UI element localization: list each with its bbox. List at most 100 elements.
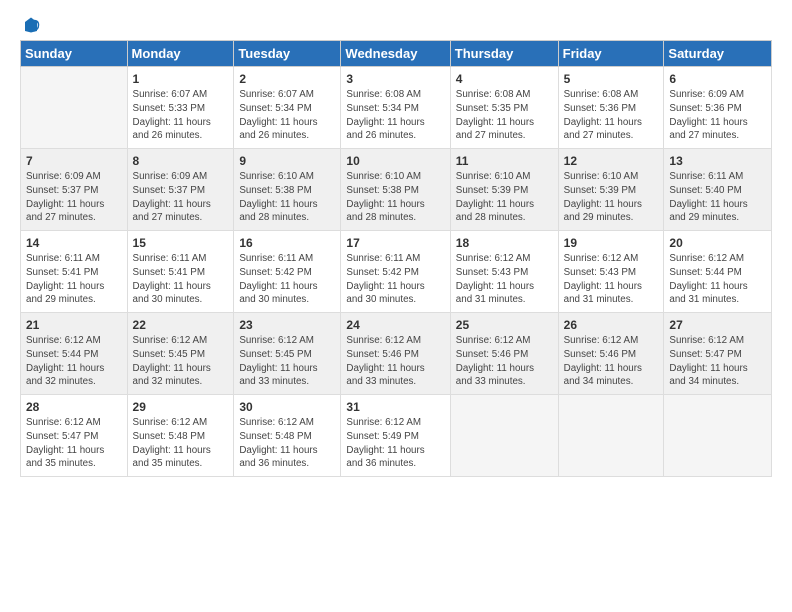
day-info: Sunrise: 6:08 AM Sunset: 5:35 PM Dayligh… [456, 88, 553, 143]
calendar-cell: 17Sunrise: 6:11 AM Sunset: 5:42 PM Dayli… [341, 231, 450, 313]
day-info: Sunrise: 6:12 AM Sunset: 5:47 PM Dayligh… [26, 416, 122, 471]
day-number: 17 [346, 235, 444, 251]
calendar-cell: 11Sunrise: 6:10 AM Sunset: 5:39 PM Dayli… [450, 149, 558, 231]
day-number: 11 [456, 153, 553, 169]
day-info: Sunrise: 6:07 AM Sunset: 5:34 PM Dayligh… [239, 88, 335, 143]
day-info: Sunrise: 6:12 AM Sunset: 5:45 PM Dayligh… [133, 334, 229, 389]
day-number: 13 [669, 153, 766, 169]
day-number: 9 [239, 153, 335, 169]
calendar-cell: 10Sunrise: 6:10 AM Sunset: 5:38 PM Dayli… [341, 149, 450, 231]
week-row-1: 1Sunrise: 6:07 AM Sunset: 5:33 PM Daylig… [21, 67, 772, 149]
calendar-cell: 1Sunrise: 6:07 AM Sunset: 5:33 PM Daylig… [127, 67, 234, 149]
day-number: 29 [133, 399, 229, 415]
day-number: 22 [133, 317, 229, 333]
calendar-cell: 2Sunrise: 6:07 AM Sunset: 5:34 PM Daylig… [234, 67, 341, 149]
day-number: 12 [564, 153, 659, 169]
day-info: Sunrise: 6:12 AM Sunset: 5:43 PM Dayligh… [564, 252, 659, 307]
day-number: 16 [239, 235, 335, 251]
logo [20, 16, 40, 34]
calendar-cell [450, 395, 558, 477]
calendar-cell: 15Sunrise: 6:11 AM Sunset: 5:41 PM Dayli… [127, 231, 234, 313]
day-number: 2 [239, 71, 335, 87]
week-row-2: 7Sunrise: 6:09 AM Sunset: 5:37 PM Daylig… [21, 149, 772, 231]
day-info: Sunrise: 6:11 AM Sunset: 5:42 PM Dayligh… [239, 252, 335, 307]
day-number: 31 [346, 399, 444, 415]
day-number: 3 [346, 71, 444, 87]
day-number: 30 [239, 399, 335, 415]
calendar-cell: 3Sunrise: 6:08 AM Sunset: 5:34 PM Daylig… [341, 67, 450, 149]
day-info: Sunrise: 6:11 AM Sunset: 5:41 PM Dayligh… [133, 252, 229, 307]
day-number: 8 [133, 153, 229, 169]
calendar-cell: 6Sunrise: 6:09 AM Sunset: 5:36 PM Daylig… [664, 67, 772, 149]
day-number: 18 [456, 235, 553, 251]
day-number: 10 [346, 153, 444, 169]
calendar-cell: 20Sunrise: 6:12 AM Sunset: 5:44 PM Dayli… [664, 231, 772, 313]
calendar-cell: 29Sunrise: 6:12 AM Sunset: 5:48 PM Dayli… [127, 395, 234, 477]
header [20, 16, 772, 34]
day-info: Sunrise: 6:12 AM Sunset: 5:46 PM Dayligh… [564, 334, 659, 389]
day-info: Sunrise: 6:11 AM Sunset: 5:42 PM Dayligh… [346, 252, 444, 307]
day-number: 4 [456, 71, 553, 87]
calendar-cell: 25Sunrise: 6:12 AM Sunset: 5:46 PM Dayli… [450, 313, 558, 395]
day-info: Sunrise: 6:10 AM Sunset: 5:38 PM Dayligh… [239, 170, 335, 225]
calendar-cell: 22Sunrise: 6:12 AM Sunset: 5:45 PM Dayli… [127, 313, 234, 395]
day-info: Sunrise: 6:08 AM Sunset: 5:34 PM Dayligh… [346, 88, 444, 143]
day-number: 14 [26, 235, 122, 251]
day-info: Sunrise: 6:12 AM Sunset: 5:46 PM Dayligh… [456, 334, 553, 389]
week-row-5: 28Sunrise: 6:12 AM Sunset: 5:47 PM Dayli… [21, 395, 772, 477]
day-info: Sunrise: 6:12 AM Sunset: 5:43 PM Dayligh… [456, 252, 553, 307]
day-info: Sunrise: 6:12 AM Sunset: 5:48 PM Dayligh… [239, 416, 335, 471]
calendar-cell: 12Sunrise: 6:10 AM Sunset: 5:39 PM Dayli… [558, 149, 664, 231]
day-number: 20 [669, 235, 766, 251]
calendar-cell: 30Sunrise: 6:12 AM Sunset: 5:48 PM Dayli… [234, 395, 341, 477]
day-number: 15 [133, 235, 229, 251]
day-info: Sunrise: 6:09 AM Sunset: 5:37 PM Dayligh… [26, 170, 122, 225]
day-number: 7 [26, 153, 122, 169]
day-number: 19 [564, 235, 659, 251]
calendar-cell: 19Sunrise: 6:12 AM Sunset: 5:43 PM Dayli… [558, 231, 664, 313]
calendar-cell [558, 395, 664, 477]
day-info: Sunrise: 6:09 AM Sunset: 5:37 PM Dayligh… [133, 170, 229, 225]
day-header-monday: Monday [127, 41, 234, 67]
week-row-3: 14 Sunrise: 6:11 AM Sunset: 5:41 PM Dayli… [21, 231, 772, 313]
day-info: Sunrise: 6:12 AM Sunset: 5:44 PM Dayligh… [26, 334, 122, 389]
calendar-cell: 28Sunrise: 6:12 AM Sunset: 5:47 PM Dayli… [21, 395, 128, 477]
calendar-cell [21, 67, 128, 149]
day-number: 6 [669, 71, 766, 87]
day-header-sunday: Sunday [21, 41, 128, 67]
calendar-cell: 24Sunrise: 6:12 AM Sunset: 5:46 PM Dayli… [341, 313, 450, 395]
calendar-cell: 31Sunrise: 6:12 AM Sunset: 5:49 PM Dayli… [341, 395, 450, 477]
day-number: 24 [346, 317, 444, 333]
calendar-cell [664, 395, 772, 477]
day-info: Sunrise: 6:10 AM Sunset: 5:39 PM Dayligh… [456, 170, 553, 225]
calendar-cell: 18Sunrise: 6:12 AM Sunset: 5:43 PM Dayli… [450, 231, 558, 313]
day-info: Sunrise: 6:10 AM Sunset: 5:38 PM Dayligh… [346, 170, 444, 225]
day-number: 26 [564, 317, 659, 333]
day-number: 1 [133, 71, 229, 87]
day-number: 5 [564, 71, 659, 87]
day-header-thursday: Thursday [450, 41, 558, 67]
week-row-4: 21Sunrise: 6:12 AM Sunset: 5:44 PM Dayli… [21, 313, 772, 395]
logo-icon [22, 16, 40, 34]
day-info: Sunrise: 6:09 AM Sunset: 5:36 PM Dayligh… [669, 88, 766, 143]
calendar-cell: 4Sunrise: 6:08 AM Sunset: 5:35 PM Daylig… [450, 67, 558, 149]
calendar-cell: 16Sunrise: 6:11 AM Sunset: 5:42 PM Dayli… [234, 231, 341, 313]
day-info: Sunrise: 6:07 AM Sunset: 5:33 PM Dayligh… [133, 88, 229, 143]
calendar-cell: 8Sunrise: 6:09 AM Sunset: 5:37 PM Daylig… [127, 149, 234, 231]
calendar-cell: 14Sunrise: 6:11 AM Sunset: 5:41 PM Dayli… [21, 231, 128, 313]
day-info: Sunrise: 6:12 AM Sunset: 5:46 PM Dayligh… [346, 334, 444, 389]
day-info: Sunrise: 6:12 AM Sunset: 5:45 PM Dayligh… [239, 334, 335, 389]
day-info: Sunrise: 6:12 AM Sunset: 5:48 PM Dayligh… [133, 416, 229, 471]
day-info: Sunrise: 6:12 AM Sunset: 5:44 PM Dayligh… [669, 252, 766, 307]
day-info: Sunrise: 6:11 AM Sunset: 5:40 PM Dayligh… [669, 170, 766, 225]
day-header-friday: Friday [558, 41, 664, 67]
calendar-cell: 26Sunrise: 6:12 AM Sunset: 5:46 PM Dayli… [558, 313, 664, 395]
calendar-cell: 23Sunrise: 6:12 AM Sunset: 5:45 PM Dayli… [234, 313, 341, 395]
calendar-cell: 5Sunrise: 6:08 AM Sunset: 5:36 PM Daylig… [558, 67, 664, 149]
day-number: 23 [239, 317, 335, 333]
calendar-cell: 9Sunrise: 6:10 AM Sunset: 5:38 PM Daylig… [234, 149, 341, 231]
day-number: 27 [669, 317, 766, 333]
calendar-header-row: SundayMondayTuesdayWednesdayThursdayFrid… [21, 41, 772, 67]
calendar-cell: 7Sunrise: 6:09 AM Sunset: 5:37 PM Daylig… [21, 149, 128, 231]
day-info: Sunrise: 6:10 AM Sunset: 5:39 PM Dayligh… [564, 170, 659, 225]
